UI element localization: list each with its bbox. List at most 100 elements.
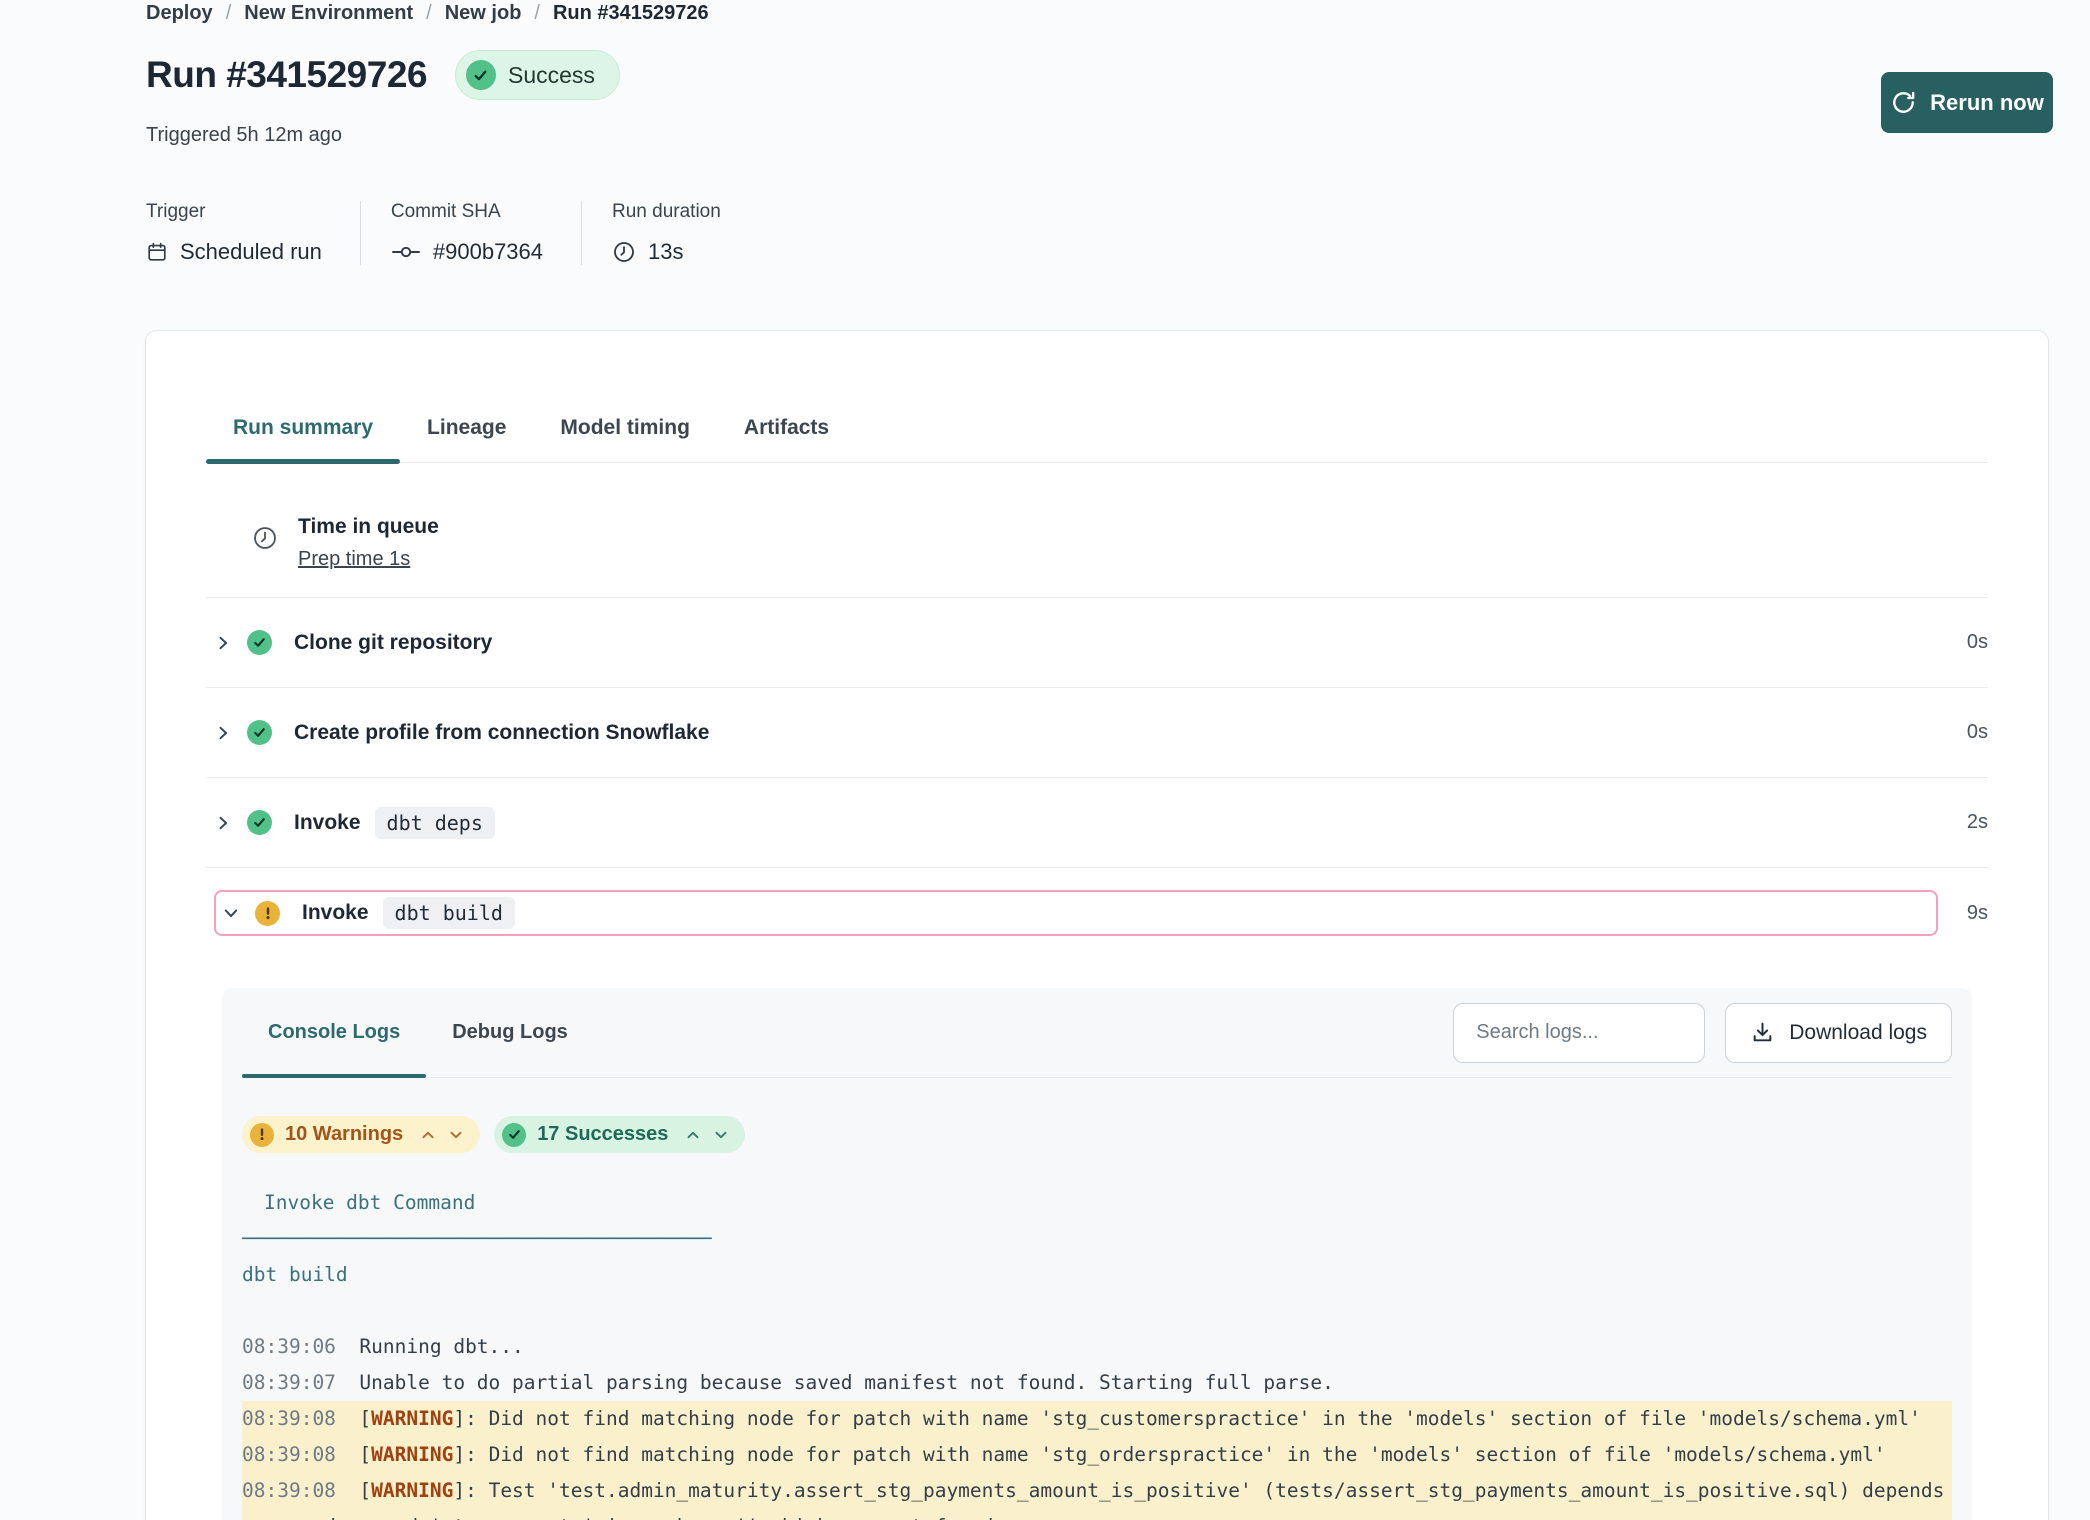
step-duration: 0s [1954,631,1988,654]
badge-label: 10 Warnings [285,1123,403,1146]
breadcrumb-item-new-job[interactable]: New job [445,2,522,25]
tab-model-timing[interactable]: Model timing [533,394,717,462]
warning-tag: WARNING [371,1443,453,1466]
breadcrumb-separator: / [426,2,432,25]
log-separator: ──────────────────────────────────────── [242,1221,1952,1257]
log-line: 08:39:06 Running dbt... [242,1329,1952,1365]
meta-value: 13s [612,239,721,265]
step-success-icon [247,630,272,655]
queue-title: Time in queue [298,515,439,539]
meta-column-commit-sha: Commit SHA#900b7364 [360,201,581,265]
log-message: Did not find matching node for patch wit… [489,1407,1921,1430]
log-message: Test 'test.admin_maturity.assert_stg_pay… [242,1479,1956,1520]
step-highlight-box: Invoke dbt build [214,890,1938,936]
run-tabs: Run summaryLineageModel timingArtifacts [206,394,1988,463]
breadcrumb-separator: / [226,2,232,25]
meta-value: #900b7364 [391,239,543,265]
title-row: Run #341529726 Success [146,46,620,104]
warning-tag: WARNING [371,1479,453,1502]
step-success-icon [247,810,272,835]
log-line: 08:39:08 [WARNING]: Did not find matchin… [242,1401,1952,1437]
run-detail-page: Deploy/New Environment/New job/Run #3415… [0,0,2090,1520]
console-header: Console LogsDebug Logs Download logs [242,988,1952,1078]
badge-chevrons [420,1127,464,1143]
badge-warning-icon [250,1123,274,1147]
meta-column-run-duration: Run duration13s [581,201,759,265]
step-label: Clone git repository [294,631,492,655]
log-line: 08:39:07 Unable to do partial parsing be… [242,1365,1952,1401]
badge-label: 17 Successes [537,1123,668,1146]
step-row-invoke-dbt-build[interactable]: Invokedbt build9s [206,868,1988,958]
console-controls: Download logs [1453,1003,1952,1063]
step-row-clone-git-repository[interactable]: Clone git repository 0s [206,598,1988,688]
log-timestamp: 08:39:08 [242,1443,336,1466]
badge-success-icon [502,1123,526,1147]
run-card: Run summaryLineageModel timingArtifacts … [145,330,2049,1520]
clock-icon [252,525,278,551]
step-warning-icon [255,901,280,926]
calendar-icon [146,241,168,263]
step-success-icon [247,720,272,745]
log-message: Unable to do partial parsing because sav… [359,1371,1333,1394]
log-timestamp: 08:39:06 [242,1335,336,1358]
success-check-icon [466,60,496,90]
log-timestamp: 08:39:07 [242,1371,336,1394]
clock-icon [612,240,636,264]
log-view: Invoke dbt Command ─────────────────────… [242,1185,1952,1520]
breadcrumb-item-new-environment[interactable]: New Environment [244,2,413,25]
step-duration: 0s [1954,721,1988,744]
console-panel: Console LogsDebug Logs Download logs 10 … [222,988,1972,1520]
download-icon [1750,1020,1775,1045]
log-message: Running dbt... [359,1335,523,1358]
queue-text: Time in queue Prep time 1s [298,515,439,571]
chevron-up-small-icon[interactable] [420,1127,436,1143]
log-command-header: Invoke dbt Command [242,1185,1952,1221]
chevron-down-icon[interactable] [222,904,240,922]
step-code: dbt deps [375,807,495,839]
breadcrumb: Deploy/New Environment/New job/Run #3415… [146,2,709,25]
commit-icon [391,244,421,260]
chevron-down-small-icon[interactable] [448,1127,464,1143]
tab-debug-logs[interactable]: Debug Logs [426,988,594,1077]
refresh-icon [1890,89,1917,116]
chevron-right-icon[interactable] [214,814,232,832]
log-line: 08:39:08 [WARNING]: Did not find matchin… [242,1437,1952,1473]
chevron-down-small-icon[interactable] [713,1127,729,1143]
chevron-up-small-icon[interactable] [685,1127,701,1143]
meta-value-text: #900b7364 [433,239,543,265]
10-warnings-badge[interactable]: 10 Warnings [242,1116,480,1153]
status-badge-label: Success [508,62,595,89]
step-row-invoke-dbt-deps[interactable]: Invoke dbt deps 2s [206,778,1988,868]
search-logs-input[interactable] [1453,1003,1705,1063]
tab-artifacts[interactable]: Artifacts [717,394,856,462]
rerun-now-button[interactable]: Rerun now [1881,72,2053,133]
breadcrumb-current: Run #341529726 [553,2,709,25]
step-row-create-profile-from-connection-snowflake[interactable]: Create profile from connection Snowflake… [206,688,1988,778]
tab-run-summary[interactable]: Run summary [206,394,400,462]
step-duration: 2s [1954,811,1988,834]
log-line: 08:39:08 [WARNING]: Test 'test.admin_mat… [242,1473,1952,1520]
chevron-right-icon[interactable] [214,634,232,652]
rerun-now-label: Rerun now [1930,90,2044,116]
log-badges: 10 Warnings 17 Successes [242,1116,1952,1153]
prep-time-link[interactable]: Prep time 1s [298,548,410,571]
triggered-text: Triggered 5h 12m ago [146,124,342,147]
tab-lineage[interactable]: Lineage [400,394,533,462]
log-timestamp: 08:39:08 [242,1407,336,1430]
step-label: Create profile from connection Snowflake [294,721,709,745]
meta-value-text: 13s [648,239,683,265]
steps-list: Clone git repository0sCreate profile fro… [206,598,1988,958]
download-logs-button[interactable]: Download logs [1725,1003,1952,1063]
tab-console-logs[interactable]: Console Logs [242,988,426,1077]
log-lines: 08:39:06 Running dbt...08:39:07 Unable t… [242,1329,1952,1520]
run-meta: TriggerScheduled runCommit SHA#900b7364R… [146,201,759,265]
step-label: Invoke [294,811,361,835]
queue-section: Time in queue Prep time 1s [206,463,1988,598]
log-command: dbt build [242,1257,1952,1293]
step-label: Invoke [302,901,369,925]
breadcrumb-item-deploy[interactable]: Deploy [146,2,213,25]
chevron-right-icon[interactable] [214,724,232,742]
step-code: dbt build [383,897,515,929]
17-successes-badge[interactable]: 17 Successes [494,1116,745,1153]
meta-value: Scheduled run [146,239,322,265]
